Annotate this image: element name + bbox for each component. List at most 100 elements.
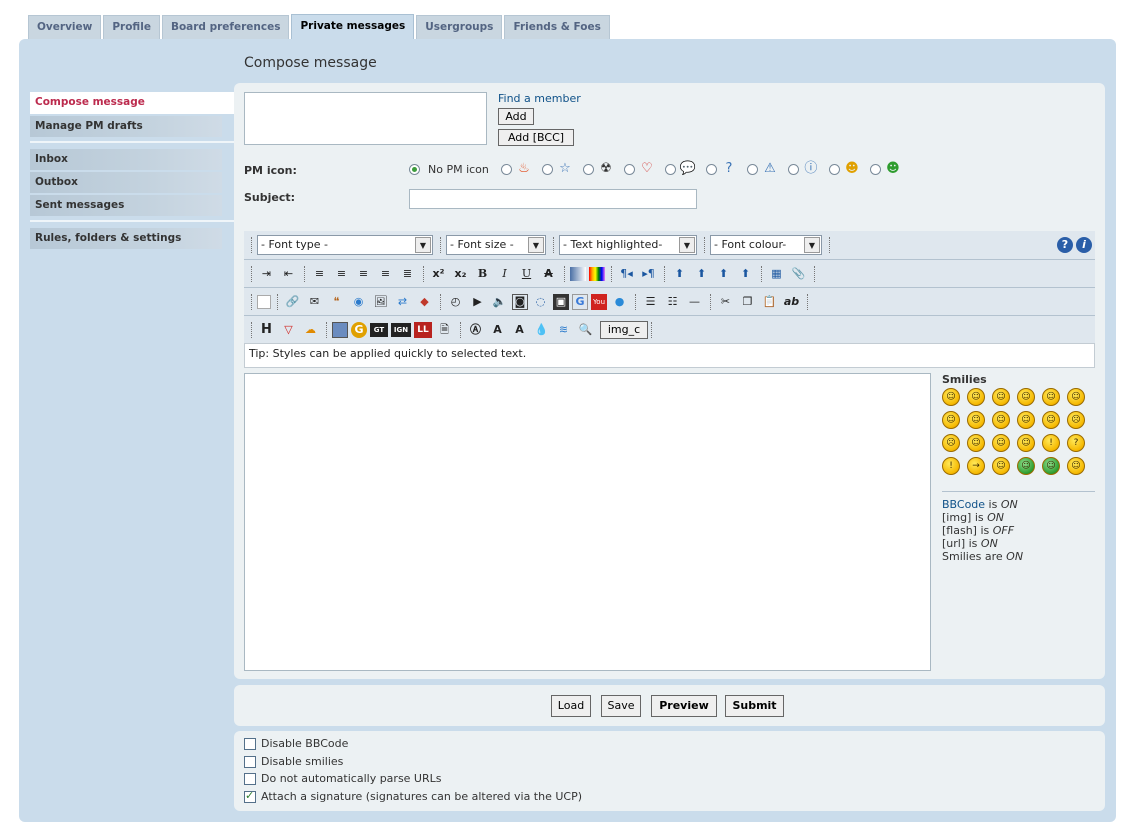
smiley-icon[interactable]: ☺	[967, 434, 985, 452]
align-justify-icon[interactable]: ≡	[376, 265, 395, 283]
rainbow-icon[interactable]	[589, 267, 605, 281]
cut-icon[interactable]: ✂	[716, 293, 735, 311]
pm-icon-radio[interactable]	[500, 163, 512, 175]
pm-icon-radio[interactable]	[582, 163, 594, 175]
flash-icon[interactable]: ⇄	[393, 293, 412, 311]
magnifier-icon[interactable]: 🔍	[576, 321, 595, 339]
strikethrough-icon[interactable]: A	[539, 265, 558, 283]
smiley-icon[interactable]: ☺	[1017, 411, 1035, 429]
ll-icon[interactable]: LL	[414, 322, 432, 338]
tab-usergroups[interactable]: Usergroups	[416, 15, 503, 39]
pm-icon-radio[interactable]	[705, 163, 717, 175]
font-glow-icon[interactable]: A	[510, 321, 529, 339]
pm-icon-radio[interactable]	[869, 163, 881, 175]
pm-icon-radio[interactable]	[746, 163, 758, 175]
preview-button[interactable]: Preview	[651, 695, 717, 717]
grid-icon[interactable]	[332, 322, 348, 338]
numbered-list-icon[interactable]: ☷	[663, 293, 682, 311]
submit-button[interactable]: Submit	[725, 695, 784, 717]
google-icon[interactable]: G	[572, 294, 588, 310]
quote-icon[interactable]: ❝	[327, 293, 346, 311]
tab-friends-foes[interactable]: Friends & Foes	[504, 15, 610, 39]
add-button[interactable]: Add	[498, 108, 534, 125]
smiley-icon[interactable]: →	[967, 457, 985, 475]
underline-icon[interactable]: U	[517, 265, 536, 283]
video-icon[interactable]: ▶	[468, 293, 487, 311]
help-icon[interactable]: ?	[1057, 237, 1073, 253]
wave-icon[interactable]: ≋	[554, 321, 573, 339]
smiley-icon[interactable]: ☺	[992, 411, 1010, 429]
find-member-link[interactable]: Find a member	[498, 92, 581, 105]
superscript-icon[interactable]: x²	[429, 265, 448, 283]
smiley-icon[interactable]: ?	[1067, 434, 1085, 452]
bubble-icon[interactable]: ☁	[301, 321, 320, 339]
gradient-icon[interactable]	[570, 267, 586, 281]
align-center-icon[interactable]: ≡	[354, 265, 373, 283]
sidebar-item-rules[interactable]: Rules, folders & settings	[30, 228, 222, 249]
document-icon[interactable]: 🗎	[435, 321, 454, 339]
balloon-icon[interactable]: ◌	[531, 293, 550, 311]
link-icon[interactable]: 🔗	[283, 293, 302, 311]
option-no-parse-urls[interactable]: Do not automatically parse URLs	[244, 772, 442, 785]
play-icon[interactable]: ●	[610, 293, 629, 311]
paste-icon[interactable]: 📋	[760, 293, 779, 311]
table-icon[interactable]: ▦	[767, 265, 786, 283]
copy-icon[interactable]: ❐	[738, 293, 757, 311]
attachment-icon[interactable]: 📎	[789, 265, 808, 283]
font-shadow-icon[interactable]: A	[488, 321, 507, 339]
smiley-icon[interactable]: ☺	[1017, 457, 1035, 475]
option-attach-signature[interactable]: Attach a signature (signatures can be al…	[244, 789, 582, 803]
sound-icon[interactable]: 🔈	[490, 293, 509, 311]
save-button[interactable]: Save	[601, 695, 641, 717]
sidebar-item-compose[interactable]: Compose message	[30, 92, 234, 114]
browser-icon[interactable]: ◉	[349, 293, 368, 311]
upload-icon[interactable]: ⬆	[714, 265, 733, 283]
upload-icon[interactable]: ⬆	[736, 265, 755, 283]
checkbox[interactable]	[244, 789, 256, 803]
sidebar-item-outbox[interactable]: Outbox	[30, 172, 222, 193]
highlight-select[interactable]: - Text highlighted- ▼	[559, 235, 697, 255]
smiley-icon[interactable]: ☺	[992, 434, 1010, 452]
indent-icon[interactable]: ⇥	[257, 265, 276, 283]
font-colour-select[interactable]: - Font colour- ▼	[710, 235, 822, 255]
smiley-icon[interactable]: ☺	[1042, 388, 1060, 406]
horizontal-rule-icon[interactable]: —	[685, 293, 704, 311]
pm-icon-radio[interactable]	[541, 163, 553, 175]
checkbox[interactable]	[244, 755, 256, 768]
warning-triangle-icon[interactable]: ▽	[279, 321, 298, 339]
sidebar-item-manage-drafts[interactable]: Manage PM drafts	[30, 116, 222, 137]
ign-icon[interactable]: IGN	[391, 323, 411, 337]
font-size-select[interactable]: - Font size - ▼	[446, 235, 546, 255]
subject-input[interactable]	[409, 189, 697, 209]
smiley-icon[interactable]: ☺	[942, 411, 960, 429]
spoiler-icon[interactable]: ◙	[512, 294, 528, 310]
align-full-icon[interactable]: ≣	[398, 265, 417, 283]
smiley-icon[interactable]: ☺	[1017, 388, 1035, 406]
g-icon[interactable]: G	[351, 322, 367, 338]
gt-icon[interactable]: GT	[370, 323, 388, 337]
pm-icon-radio[interactable]	[664, 163, 676, 175]
outdent-icon[interactable]: ⇤	[279, 265, 298, 283]
clock-icon[interactable]: ◴	[446, 293, 465, 311]
img-c-button[interactable]: img_c	[600, 321, 648, 339]
tag-icon[interactable]: ◆	[415, 293, 434, 311]
option-disable-bbcode[interactable]: Disable BBCode	[244, 737, 348, 750]
smiley-icon[interactable]: ☺	[967, 411, 985, 429]
message-textarea[interactable]	[244, 373, 931, 671]
recipients-textarea[interactable]	[244, 92, 487, 145]
align-right-icon[interactable]: ≡	[332, 265, 351, 283]
checkbox[interactable]	[244, 737, 256, 750]
info-icon[interactable]: i	[1076, 237, 1092, 253]
smiley-icon[interactable]: ☺	[967, 388, 985, 406]
smiley-icon[interactable]: !	[942, 457, 960, 475]
pm-icon-none-radio[interactable]	[409, 163, 420, 175]
smiley-icon[interactable]: ☺	[1067, 388, 1085, 406]
tab-overview[interactable]: Overview	[28, 15, 102, 39]
bullet-list-icon[interactable]: ☰	[641, 293, 660, 311]
drop-icon[interactable]: 💧	[532, 321, 551, 339]
italic-icon[interactable]: I	[495, 265, 514, 283]
upload-icon[interactable]: ⬆	[692, 265, 711, 283]
photo-icon[interactable]: ▣	[553, 294, 569, 310]
tab-private-messages[interactable]: Private messages	[291, 14, 415, 40]
heading-icon[interactable]: H	[257, 321, 276, 339]
